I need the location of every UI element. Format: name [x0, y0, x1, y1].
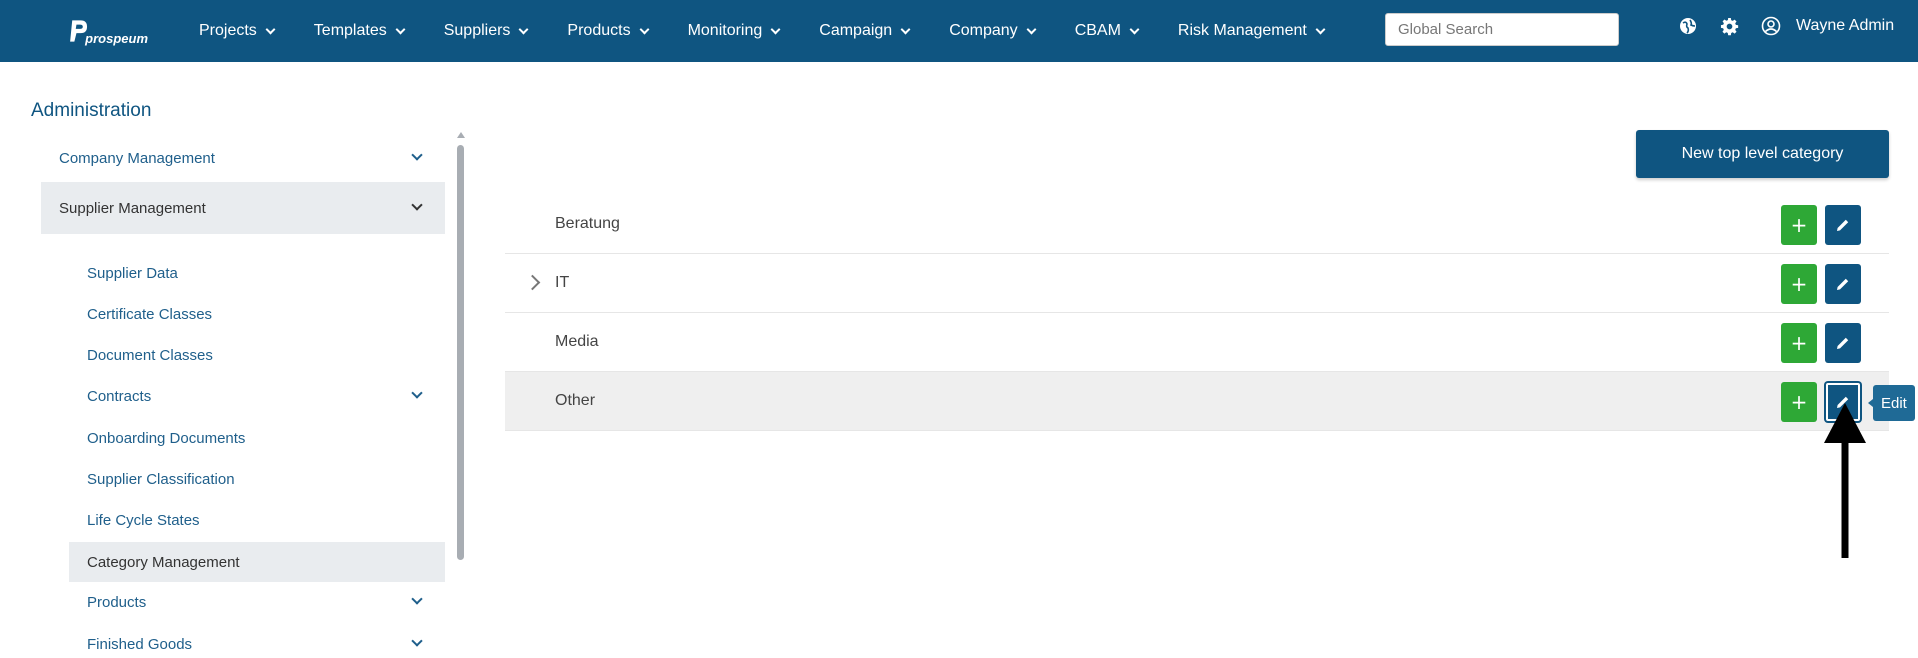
sidebar-item-label: Onboarding Documents: [87, 429, 246, 447]
nav-label: Templates: [313, 22, 387, 39]
nav-label: Campaign: [819, 22, 893, 39]
sidebar-item-label: Products: [87, 593, 147, 611]
chevron-down-icon: [1315, 24, 1326, 34]
nav-label: Monitoring: [687, 22, 763, 39]
chevron-down-icon: [411, 199, 423, 211]
global-search-input[interactable]: [1385, 13, 1619, 46]
main-nav: Projects Templates Suppliers Products Mo…: [199, 0, 1364, 62]
sidebar-item-certificate-classes[interactable]: Certificate Classes: [69, 294, 445, 334]
sidebar-item-label: Document Classes: [87, 346, 213, 364]
sidebar-item-finished-goods[interactable]: Finished Goods: [69, 624, 445, 658]
category-label: Media: [555, 333, 599, 350]
chevron-down-icon: [1026, 24, 1037, 34]
sidebar-item-contracts[interactable]: Contracts: [69, 376, 445, 416]
chevron-right-icon[interactable]: [524, 274, 541, 291]
sidebar-item-label: Certificate Classes: [87, 305, 213, 323]
sidebar-item-label: Supplier Classification: [87, 470, 235, 488]
nav-label: Projects: [199, 22, 257, 39]
nav-label: CBAM: [1074, 22, 1121, 39]
chevron-down-icon: [518, 24, 529, 34]
nav-label: Risk Management: [1177, 22, 1307, 39]
chevron-down-icon: [770, 24, 781, 34]
nav-products[interactable]: Products: [567, 22, 650, 40]
add-subcategory-button[interactable]: +: [1781, 264, 1817, 304]
sidebar-item-company-management[interactable]: Company Management: [41, 132, 445, 184]
nav-label: Company: [949, 22, 1018, 39]
chevron-down-icon: [395, 24, 406, 34]
chevron-down-icon: [411, 593, 423, 605]
sidebar-item-category-management[interactable]: Category Management: [69, 542, 445, 582]
nav-label: Suppliers: [443, 22, 511, 39]
sidebar-item-onboarding-documents[interactable]: Onboarding Documents: [69, 418, 445, 458]
sidebar-item-label: Category Management: [87, 553, 240, 571]
top-navbar: prospeum Projects Templates Suppliers Pr…: [0, 0, 1918, 62]
pencil-icon: [1837, 337, 1849, 349]
nav-campaign[interactable]: Campaign: [819, 22, 911, 40]
scroll-up-arrow-icon[interactable]: [457, 132, 465, 138]
sidebar-item-supplier-management[interactable]: Supplier Management: [41, 182, 445, 234]
sidebar-item-label: Finished Goods: [87, 635, 193, 653]
sidebar-item-products[interactable]: Products: [69, 582, 445, 622]
category-label: Beratung: [555, 215, 620, 232]
user-avatar-icon[interactable]: [1761, 16, 1781, 36]
pencil-icon: [1837, 219, 1849, 231]
nav-cbam[interactable]: CBAM: [1074, 22, 1140, 40]
sidebar-title: Administration: [31, 100, 152, 121]
sidebar-item-label: Life Cycle States: [87, 511, 200, 529]
chevron-down-icon: [639, 24, 650, 34]
sidebar-item-label: Company Management: [59, 149, 215, 167]
category-row-media[interactable]: Media +: [505, 313, 1889, 372]
category-row-other[interactable]: Other +: [505, 372, 1889, 431]
chevron-down-icon: [411, 149, 423, 161]
nav-suppliers[interactable]: Suppliers: [443, 22, 529, 40]
sidebar-item-supplier-data[interactable]: Supplier Data: [69, 253, 445, 293]
sidebar-item-life-cycle-states[interactable]: Life Cycle States: [69, 500, 445, 540]
edit-category-button[interactable]: [1825, 323, 1861, 363]
add-subcategory-button[interactable]: +: [1781, 382, 1817, 422]
sidebar-item-document-classes[interactable]: Document Classes: [69, 335, 445, 375]
pencil-icon: [1837, 278, 1849, 290]
sidebar-item-label: Supplier Management: [59, 199, 206, 217]
nav-label: Products: [567, 22, 631, 39]
edit-category-button[interactable]: [1825, 205, 1861, 245]
user-menu[interactable]: Wayne Admin: [1796, 17, 1894, 35]
nav-monitoring[interactable]: Monitoring: [687, 22, 781, 40]
category-label: Other: [555, 392, 596, 409]
chevron-down-icon: [900, 24, 911, 34]
edit-tooltip: Edit: [1873, 385, 1915, 421]
chevron-down-icon: [411, 387, 423, 399]
sidebar-item-supplier-classification[interactable]: Supplier Classification: [69, 459, 445, 499]
edit-category-button[interactable]: [1825, 264, 1861, 304]
sidebar-item-label: Contracts: [87, 387, 152, 405]
annotation-arrow-up-icon: [1824, 403, 1866, 558]
nav-projects[interactable]: Projects: [199, 22, 276, 40]
gear-icon[interactable]: [1719, 16, 1739, 36]
sidebar-item-label: Supplier Data: [87, 264, 178, 282]
chevron-down-icon: [411, 635, 423, 647]
sidebar-scrollbar-thumb[interactable]: [457, 145, 464, 560]
nav-risk-management[interactable]: Risk Management: [1177, 22, 1326, 40]
nav-company[interactable]: Company: [949, 22, 1037, 40]
category-label: IT: [555, 274, 570, 291]
add-subcategory-button[interactable]: +: [1781, 205, 1817, 245]
globe-icon[interactable]: [1678, 16, 1698, 36]
add-subcategory-button[interactable]: +: [1781, 323, 1817, 363]
chevron-down-icon: [265, 24, 276, 34]
logo-text: prospeum: [85, 30, 148, 46]
chevron-down-icon: [1129, 24, 1140, 34]
category-row-beratung[interactable]: Beratung +: [505, 195, 1889, 254]
category-row-it[interactable]: IT +: [505, 254, 1889, 313]
nav-templates[interactable]: Templates: [313, 22, 406, 40]
new-top-level-category-button[interactable]: New top level category: [1636, 130, 1889, 178]
prospeum-logo[interactable]: prospeum: [68, 12, 148, 50]
